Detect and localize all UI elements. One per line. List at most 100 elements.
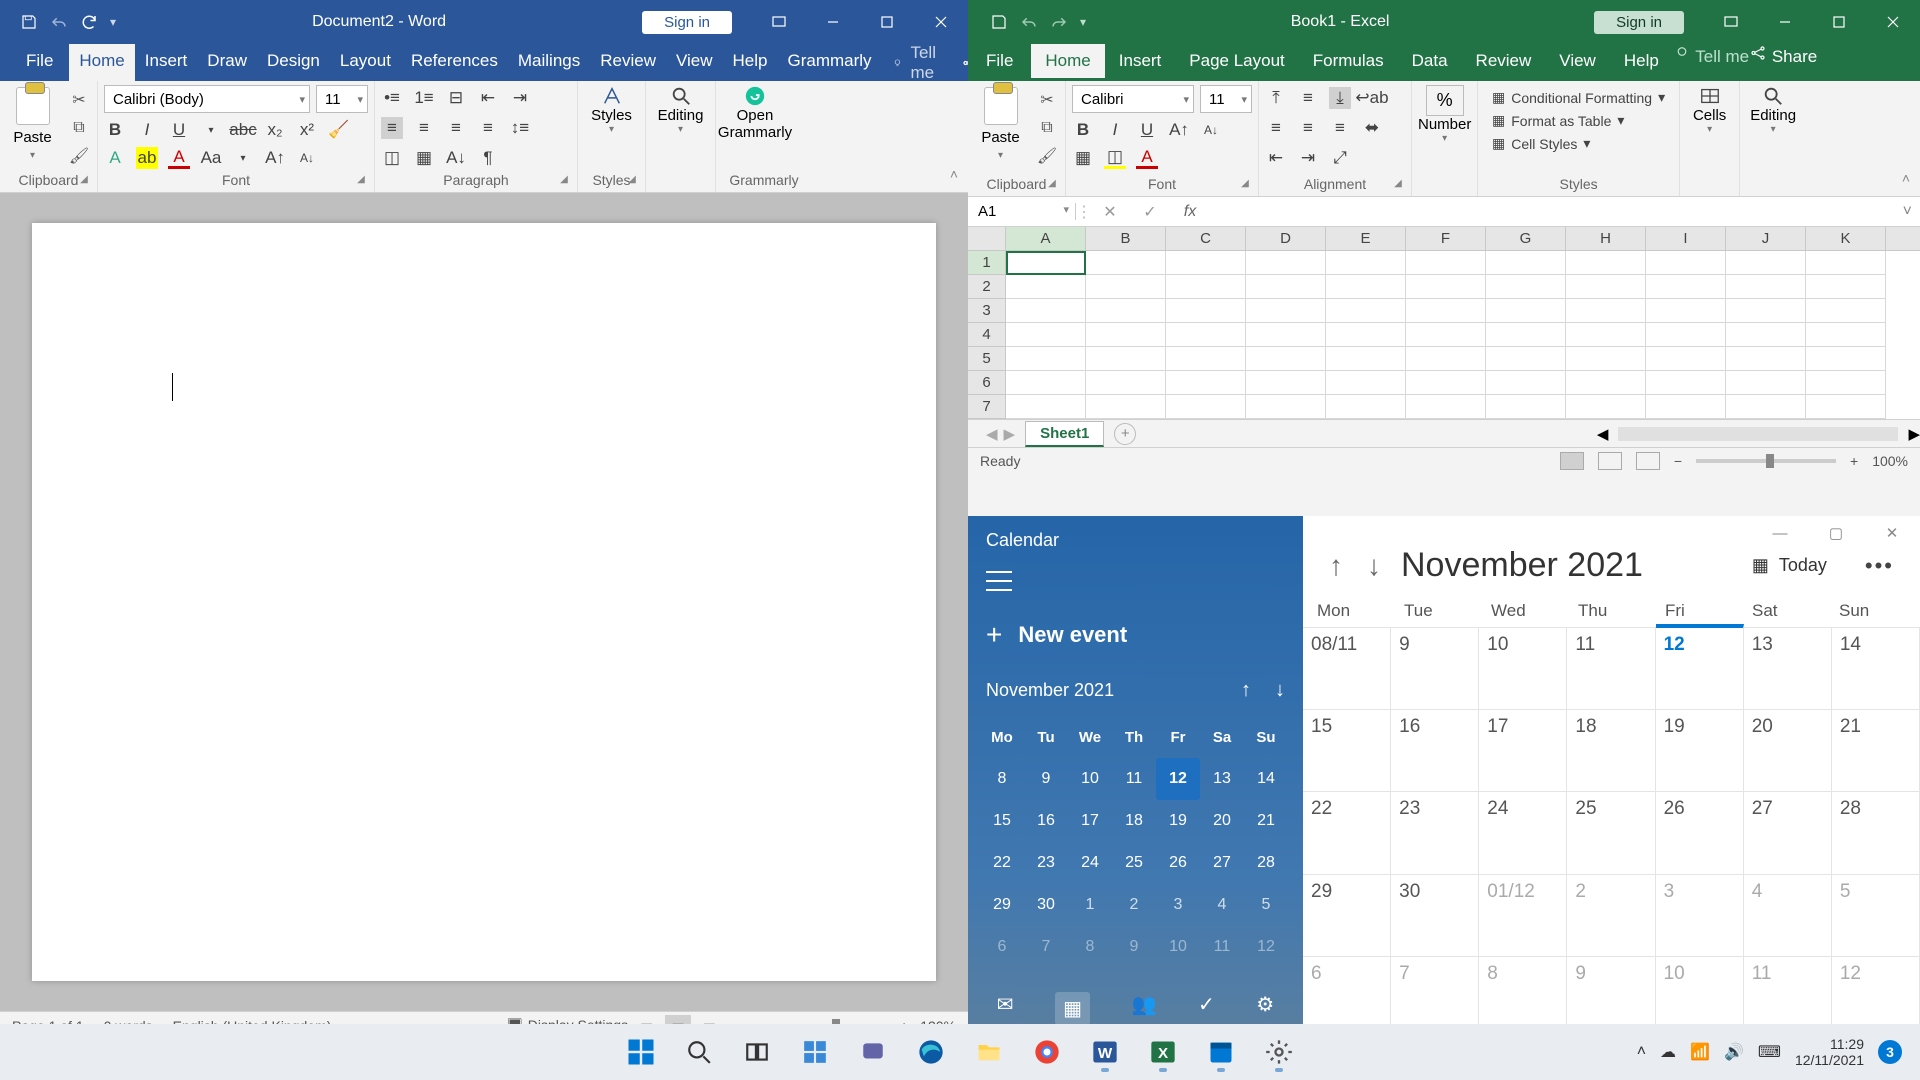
sheet-next-icon[interactable]: ▶: [1004, 425, 1016, 443]
mini-day-cell[interactable]: 27: [1200, 842, 1244, 884]
cut-icon[interactable]: ✂: [67, 89, 91, 111]
wifi-icon[interactable]: 📶: [1690, 1042, 1710, 1062]
task-view-button[interactable]: [735, 1030, 779, 1074]
tab-home[interactable]: Home: [1031, 44, 1104, 81]
bold-icon[interactable]: B: [104, 119, 126, 141]
calendar-day-cell[interactable]: 19: [1656, 710, 1744, 792]
word-taskbar-icon[interactable]: W: [1083, 1030, 1127, 1074]
conditional-formatting-button[interactable]: ▦ Conditional Formatting ▾: [1492, 89, 1665, 106]
mini-day-cell[interactable]: 2: [1112, 884, 1156, 926]
italic-icon[interactable]: I: [1104, 119, 1126, 141]
mini-day-cell[interactable]: 30: [1024, 884, 1068, 926]
row-header[interactable]: 7: [968, 395, 1006, 419]
calendar-day-cell[interactable]: 3: [1656, 875, 1744, 957]
word-document-viewport[interactable]: [0, 193, 968, 1011]
dialog-launcher-icon[interactable]: ◢: [625, 174, 639, 188]
mini-day-cell[interactable]: 29: [980, 884, 1024, 926]
align-left-icon[interactable]: ≡: [1265, 117, 1287, 139]
mini-day-cell[interactable]: 8: [1068, 926, 1112, 968]
align-left-icon[interactable]: ≡: [381, 117, 403, 139]
file-explorer-icon[interactable]: [967, 1030, 1011, 1074]
calendar-taskbar-icon[interactable]: [1199, 1030, 1243, 1074]
volume-icon[interactable]: 🔊: [1724, 1042, 1744, 1062]
cell-styles-button[interactable]: ▦ Cell Styles ▾: [1492, 135, 1665, 152]
tab-home[interactable]: Home: [69, 44, 134, 81]
mini-day-cell[interactable]: 10: [1156, 926, 1200, 968]
tab-review[interactable]: Review: [1462, 44, 1546, 81]
subscript-icon[interactable]: x₂: [264, 119, 286, 141]
calendar-day-cell[interactable]: 30: [1391, 875, 1479, 957]
calendar-day-cell[interactable]: 20: [1744, 710, 1832, 792]
borders-icon[interactable]: ▦: [413, 147, 435, 169]
paste-button[interactable]: Paste ▾: [6, 85, 59, 161]
save-icon[interactable]: [20, 13, 38, 31]
select-all-corner[interactable]: [968, 227, 1006, 250]
column-header[interactable]: F: [1406, 227, 1486, 250]
word-sign-in-button[interactable]: Sign in: [642, 11, 732, 34]
column-header[interactable]: K: [1806, 227, 1886, 250]
calendar-day-cell[interactable]: 29: [1303, 875, 1391, 957]
editing-button[interactable]: Editing ▾: [1746, 85, 1800, 135]
mini-day-cell[interactable]: 18: [1112, 800, 1156, 842]
tab-insert[interactable]: Insert: [1105, 44, 1176, 81]
undo-icon[interactable]: [50, 13, 68, 31]
calendar-day-cell[interactable]: 23: [1391, 792, 1479, 874]
font-color-icon[interactable]: A: [168, 147, 190, 169]
column-header[interactable]: D: [1246, 227, 1326, 250]
align-right-icon[interactable]: ≡: [1329, 117, 1351, 139]
name-box[interactable]: A1: [968, 203, 1076, 220]
tab-design[interactable]: Design: [257, 44, 330, 81]
close-icon[interactable]: [1866, 0, 1920, 44]
tab-help[interactable]: Help: [723, 44, 778, 81]
dialog-launcher-icon[interactable]: ◢: [354, 174, 368, 188]
clock[interactable]: 11:29 12/11/2021: [1795, 1036, 1864, 1068]
tab-formulas[interactable]: Formulas: [1299, 44, 1398, 81]
fill-color-icon[interactable]: ◫: [1104, 147, 1126, 169]
format-painter-icon[interactable]: 🖌: [1035, 145, 1059, 167]
chrome-icon[interactable]: [1025, 1030, 1069, 1074]
mini-day-cell[interactable]: 16: [1024, 800, 1068, 842]
calendar-day-cell[interactable]: 14: [1832, 628, 1920, 710]
tray-chevron-icon[interactable]: ˄: [1637, 1043, 1646, 1061]
calendar-day-cell[interactable]: 4: [1744, 875, 1832, 957]
chevron-down-icon[interactable]: ▾: [232, 147, 254, 169]
undo-icon[interactable]: [1020, 13, 1038, 31]
font-name-combo[interactable]: Calibri: [1072, 85, 1194, 113]
mini-day-cell[interactable]: 9: [1024, 758, 1068, 800]
mini-day-cell[interactable]: 24: [1068, 842, 1112, 884]
normal-view-icon[interactable]: [1560, 452, 1584, 470]
tab-grammarly[interactable]: Grammarly: [778, 44, 882, 81]
show-marks-icon[interactable]: ¶: [477, 147, 499, 169]
calendar-day-cell[interactable]: 2: [1567, 875, 1655, 957]
column-header[interactable]: A: [1006, 227, 1086, 250]
search-button[interactable]: [677, 1030, 721, 1074]
mini-day-cell[interactable]: 17: [1068, 800, 1112, 842]
grow-font-icon[interactable]: A↑: [1168, 119, 1190, 141]
row-header[interactable]: 3: [968, 299, 1006, 323]
decrease-indent-icon[interactable]: ⇤: [477, 87, 499, 109]
underline-icon[interactable]: U: [168, 119, 190, 141]
word-page[interactable]: [32, 223, 936, 981]
copy-icon[interactable]: ⧉: [67, 117, 91, 139]
calendar-day-cell[interactable]: 27: [1744, 792, 1832, 874]
scroll-right-icon[interactable]: ▶: [1908, 425, 1920, 443]
tab-view[interactable]: View: [1545, 44, 1610, 81]
superscript-icon[interactable]: x²: [296, 119, 318, 141]
justify-icon[interactable]: ≡: [477, 117, 499, 139]
text-effects-icon[interactable]: A: [104, 147, 126, 169]
bold-icon[interactable]: B: [1072, 119, 1094, 141]
mini-day-cell[interactable]: 25: [1112, 842, 1156, 884]
column-header[interactable]: J: [1726, 227, 1806, 250]
styles-button[interactable]: Styles ▾: [584, 85, 639, 135]
close-icon[interactable]: ✕: [1864, 516, 1920, 550]
cells-button[interactable]: Cells ▾: [1686, 85, 1733, 135]
cancel-formula-icon[interactable]: ✕: [1090, 202, 1130, 222]
merge-center-icon[interactable]: ⬌: [1361, 117, 1383, 139]
calendar-day-cell[interactable]: 08/11: [1303, 628, 1391, 710]
increase-indent-icon[interactable]: ⇥: [509, 87, 531, 109]
sheet-tab[interactable]: Sheet1: [1025, 421, 1104, 447]
widgets-button[interactable]: [793, 1030, 837, 1074]
tab-review[interactable]: Review: [590, 44, 666, 81]
mini-day-cell[interactable]: 9: [1112, 926, 1156, 968]
mini-day-cell[interactable]: 5: [1244, 884, 1288, 926]
